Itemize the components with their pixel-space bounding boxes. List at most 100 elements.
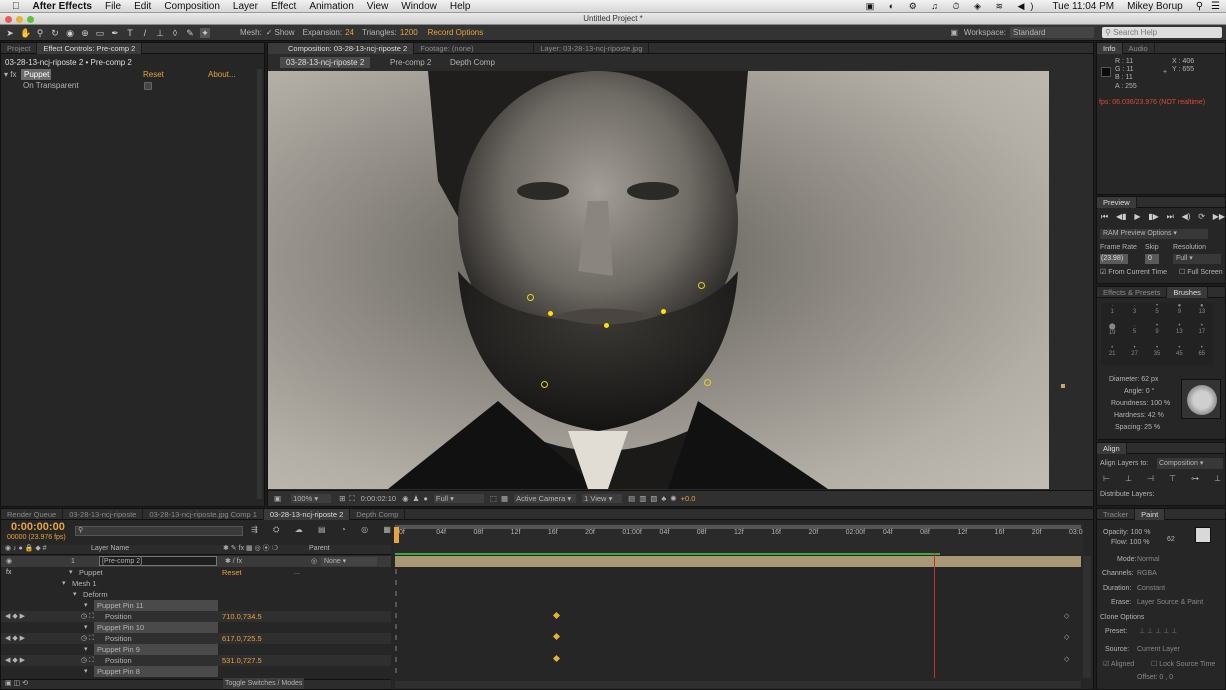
brush-tip[interactable]: • 5	[1146, 303, 1168, 323]
brush-tip[interactable]: ● 9	[1168, 303, 1190, 323]
on-transparent-checkbox[interactable]	[144, 82, 152, 90]
erase-dropdown[interactable]: Layer Source & Paint	[1137, 597, 1221, 608]
puppet-pin-selected[interactable]	[548, 311, 553, 316]
frame-rate-field[interactable]: (23.98)	[1100, 254, 1128, 264]
stopwatch-icon[interactable]: ◷ ⛶	[81, 611, 94, 622]
aligned-checkbox[interactable]: ☑ Aligned	[1103, 659, 1134, 670]
parent-dropdown[interactable]: None ▾	[321, 557, 377, 566]
brush-angle[interactable]: Angle: 0 °	[1124, 386, 1154, 397]
text-tool-icon[interactable]: T	[125, 28, 135, 38]
tab-render-queue[interactable]: Render Queue	[1, 509, 64, 520]
tab-comp-riposte[interactable]: 03-28-13-ncj-riposte	[63, 509, 144, 520]
clone-offset[interactable]: Offset: 0 , 0	[1137, 672, 1173, 683]
brush-tip[interactable]: • 45	[1168, 345, 1190, 365]
rotate-tool-icon[interactable]: ↻	[50, 28, 60, 38]
tab-comp-riposte-2[interactable]: 03-28-13-ncj-riposte 2	[263, 509, 351, 520]
zoom-dropdown[interactable]: 100% ▾	[291, 494, 332, 503]
composition-image[interactable]	[268, 71, 1049, 489]
eraser-tool-icon[interactable]: ◊	[170, 28, 180, 38]
brush-diameter[interactable]: Diameter: 62 px	[1109, 374, 1158, 385]
tab-brushes[interactable]: Brushes	[1167, 287, 1208, 298]
source-dropdown[interactable]: Current Layer	[1137, 644, 1221, 655]
zoom-tool-icon[interactable]: ⚲	[35, 28, 45, 38]
next-frame-icon[interactable]: ▮▶	[1148, 212, 1159, 222]
layer-duration-bar[interactable]	[395, 556, 1081, 567]
search-help-field[interactable]: ⚲ Search Help	[1102, 27, 1222, 38]
view-layout-dropdown[interactable]: 1 View ▾	[582, 494, 623, 503]
foreground-color-swatch[interactable]	[1195, 527, 1211, 543]
keyframe-navigator[interactable]: ◀ ◆ ▶	[5, 611, 25, 622]
mute-icon[interactable]: ◀)	[1182, 212, 1191, 222]
parent-header[interactable]: Parent	[309, 543, 330, 554]
show-snapshot-icon[interactable]: ♟	[413, 494, 420, 503]
disclosure-triangle[interactable]: ▾	[84, 666, 88, 677]
safe-margins-icon[interactable]: ⊞	[339, 494, 345, 503]
brush-tip[interactable]: • 13	[1168, 323, 1190, 344]
comp-subtab-2[interactable]: Depth Comp	[450, 57, 495, 68]
close-window-button[interactable]	[5, 16, 12, 23]
selection-tool-icon[interactable]: ➤	[5, 28, 15, 38]
align-top-icon[interactable]: ⊤	[1169, 474, 1176, 483]
position-value[interactable]: 531.0,727.5	[222, 655, 262, 666]
transparency-grid-icon[interactable]: ▦	[501, 494, 508, 503]
layer-name-header[interactable]: Layer Name	[91, 543, 129, 554]
channels-dropdown[interactable]: RGBA	[1137, 568, 1221, 579]
keyframe-navigator[interactable]: ◀ ◆ ▶	[5, 633, 25, 644]
tab-footage[interactable]: Footage: (none)	[414, 43, 535, 54]
brush-roundness[interactable]: Roundness: 100 %	[1111, 398, 1170, 409]
property-row[interactable]: ◀ ◆ ▶ ◷ ⛶ Position 531.0,727.5 I	[1, 655, 397, 666]
fx-icon[interactable]: fx	[6, 567, 11, 578]
property-row[interactable]: ▾ Puppet Pin 8I	[1, 666, 397, 677]
toggle-switches-modes-button[interactable]: Toggle Switches / Modes	[223, 678, 305, 689]
effect-about-button[interactable]: About...	[208, 69, 236, 80]
puppet-pin-marker[interactable]	[527, 294, 534, 301]
disclosure-triangle[interactable]: ▾	[73, 589, 77, 600]
clock[interactable]: Tue 11:04 PM	[1052, 1, 1114, 12]
zoom-window-button[interactable]	[27, 16, 34, 23]
lock-source-time-checkbox[interactable]: ☐ Lock Source Time	[1151, 659, 1215, 670]
brush-tip[interactable]: • 9	[1146, 323, 1168, 344]
minimize-window-button[interactable]	[16, 16, 23, 23]
stopwatch-icon[interactable]: ◷ ⛶	[81, 655, 94, 666]
tab-align[interactable]: Align	[1097, 443, 1127, 454]
flowchart-icon[interactable]: ♣	[661, 494, 666, 503]
ram-preview-icon[interactable]: ▶▶	[1213, 212, 1225, 222]
paint-flow[interactable]: Flow: 100 %	[1111, 537, 1150, 548]
app-menu[interactable]: After Effects	[33, 1, 92, 12]
show-checkbox[interactable]: ✓	[266, 28, 273, 37]
property-row[interactable]: ▾ Deform I	[1, 589, 397, 600]
disclosure-triangle[interactable]: ▾	[69, 567, 73, 578]
position-value[interactable]: 617.0,725.5	[222, 633, 262, 644]
align-bottom-icon[interactable]: ⊥	[1214, 474, 1221, 483]
menu-effect[interactable]: Effect	[271, 1, 296, 12]
property-row[interactable]: ◀ ◆ ▶ ◷ ⛶ Position 710.0,734.5 I	[1, 611, 397, 622]
align-to-dropdown[interactable]: Composition ▾	[1157, 458, 1223, 469]
menu-animation[interactable]: Animation	[309, 1, 353, 12]
disclosure-triangle[interactable]: ▾	[84, 644, 88, 655]
parent-pick-whip-icon[interactable]: ◎	[311, 556, 317, 567]
shy-icon[interactable]: ☁	[295, 525, 303, 535]
last-frame-icon[interactable]: ⏭	[1167, 212, 1174, 222]
from-current-time-checkbox[interactable]: ☑ From Current Time	[1100, 267, 1167, 278]
pan-behind-tool-icon[interactable]: ⊕	[80, 28, 90, 38]
list-icon[interactable]: ☰	[1211, 1, 1220, 12]
brush-spacing[interactable]: Spacing: 25 %	[1115, 422, 1160, 433]
pen-tool-icon[interactable]: ✒	[110, 28, 120, 38]
brush-tip[interactable]: • 17	[1191, 323, 1213, 344]
channel-icon[interactable]: ●	[423, 494, 428, 503]
property-row[interactable]: ◀ ◆ ▶ ◷ ⛶ Position 617.0,725.5 I	[1, 633, 397, 644]
effect-reset-link[interactable]: Reset	[222, 567, 242, 578]
puppet-pin-tool-icon[interactable]: ✦	[200, 27, 210, 38]
loop-icon[interactable]: ⟳	[1198, 212, 1205, 222]
brainstorm-icon[interactable]: ▦	[383, 525, 391, 535]
disclosure-triangle[interactable]: ▾	[62, 578, 66, 589]
ram-preview-options-dropdown[interactable]: RAM Preview Options ▾	[1100, 229, 1208, 239]
tab-project[interactable]: Project	[1, 43, 38, 54]
brush-tip[interactable]: • 21	[1101, 345, 1123, 365]
timeline-graph-area[interactable]	[395, 567, 1081, 677]
layer-anchor-marker[interactable]	[1061, 384, 1065, 388]
menu-file[interactable]: File	[105, 1, 121, 12]
tab-paint[interactable]: Paint	[1135, 509, 1166, 520]
keyframe-navigator[interactable]: ◀ ◆ ▶	[5, 655, 25, 666]
mask-icon[interactable]: ⛶	[349, 494, 354, 504]
